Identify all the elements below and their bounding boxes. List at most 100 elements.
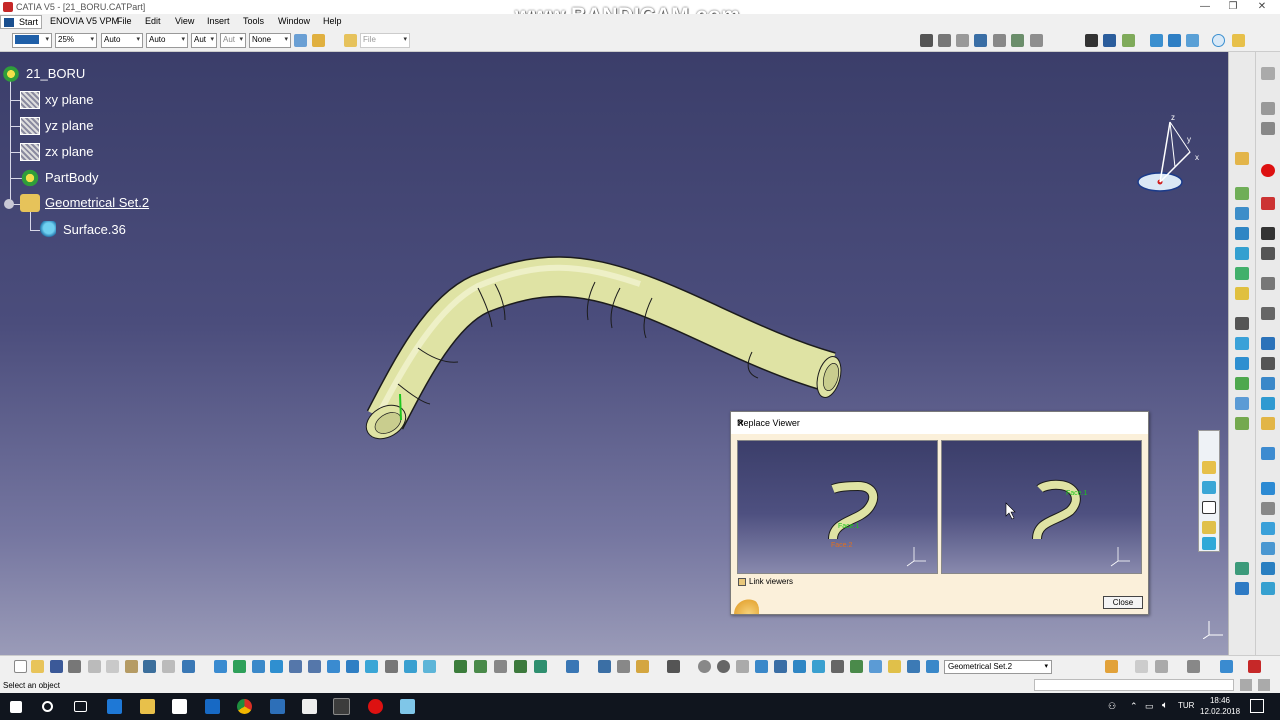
- tool-icon[interactable]: [850, 660, 863, 673]
- tool-icon[interactable]: [1261, 582, 1275, 595]
- menu-insert[interactable]: Insert: [207, 16, 230, 26]
- plane-icon[interactable]: [1122, 34, 1135, 47]
- cut-icon[interactable]: [88, 660, 101, 673]
- tool-icon[interactable]: [1261, 447, 1275, 460]
- tool-icon[interactable]: [869, 660, 882, 673]
- link-viewers-checkbox[interactable]: [738, 578, 746, 586]
- wireframe-icon[interactable]: [1235, 152, 1249, 165]
- tool-icon[interactable]: [566, 660, 579, 673]
- tool-icon[interactable]: [1202, 501, 1216, 514]
- search-icon[interactable]: [42, 701, 53, 712]
- macro-icon[interactable]: [956, 34, 969, 47]
- app-icon[interactable]: [400, 699, 415, 714]
- painter-brush-icon[interactable]: [312, 34, 325, 47]
- tool-icon[interactable]: [1187, 660, 1200, 673]
- swap-space-icon[interactable]: [423, 660, 436, 673]
- tool-icon[interactable]: [736, 660, 749, 673]
- iso-view-icon[interactable]: [365, 660, 378, 673]
- tool-icon[interactable]: [812, 660, 825, 673]
- right-viewer-pane[interactable]: Face.1: [941, 440, 1142, 574]
- paste-icon[interactable]: [125, 660, 138, 673]
- zoom-icon[interactable]: [1232, 34, 1245, 47]
- catia-taskbar-icon[interactable]: [333, 698, 350, 715]
- whats-this-icon[interactable]: [182, 660, 195, 673]
- table-icon[interactable]: [974, 34, 987, 47]
- split-icon[interactable]: [1235, 337, 1249, 350]
- copy-icon[interactable]: [106, 660, 119, 673]
- shading-icon[interactable]: [385, 660, 398, 673]
- gear-icon[interactable]: [1261, 247, 1275, 260]
- sphere-icon[interactable]: [1212, 34, 1225, 47]
- color-dropdown[interactable]: [12, 33, 52, 48]
- point-icon[interactable]: [1235, 187, 1249, 200]
- start-menu-button[interactable]: Start: [0, 15, 42, 29]
- layer-dropdown[interactable]: None: [249, 33, 291, 48]
- sweep-icon[interactable]: [1186, 34, 1199, 47]
- zoom-out-icon[interactable]: [308, 660, 321, 673]
- camera-icon[interactable]: [667, 660, 680, 673]
- extrude-icon[interactable]: [1235, 247, 1249, 260]
- command-input[interactable]: [1034, 679, 1234, 691]
- tool-icon[interactable]: [1261, 122, 1275, 135]
- chrome-icon[interactable]: [237, 699, 252, 714]
- file-explorer-icon[interactable]: [140, 699, 155, 714]
- tool-icon[interactable]: [494, 660, 507, 673]
- tool-icon[interactable]: [1202, 481, 1216, 494]
- tool-icon[interactable]: [1261, 307, 1275, 320]
- tool-icon[interactable]: [1261, 542, 1275, 555]
- bandicam-icon[interactable]: [368, 699, 383, 714]
- tool-icon[interactable]: [1261, 482, 1275, 495]
- save-icon[interactable]: [50, 660, 63, 673]
- print-icon[interactable]: [68, 660, 81, 673]
- undo-icon[interactable]: [143, 660, 156, 673]
- zoom-in-icon[interactable]: [289, 660, 302, 673]
- left-viewer-pane[interactable]: Face.1 Face.2: [737, 440, 938, 574]
- maximize-button[interactable]: ❐: [1223, 1, 1243, 12]
- tool-icon[interactable]: [534, 660, 547, 673]
- multi-view-icon[interactable]: [346, 660, 359, 673]
- menu-help[interactable]: Help: [323, 16, 342, 26]
- tool-icon[interactable]: [454, 660, 467, 673]
- tool-icon[interactable]: [1261, 417, 1275, 430]
- join-icon[interactable]: [1235, 317, 1249, 330]
- knowledge-icon[interactable]: [1011, 34, 1024, 47]
- tool-icon[interactable]: [636, 660, 649, 673]
- hide-show-icon[interactable]: [404, 660, 417, 673]
- edge-icon[interactable]: [107, 699, 122, 714]
- windows-start-icon[interactable]: [10, 701, 22, 713]
- volume-icon[interactable]: 🔈︎: [1162, 700, 1168, 711]
- task-view-icon[interactable]: [74, 701, 87, 712]
- analysis-icon[interactable]: [1235, 562, 1249, 575]
- menu-file[interactable]: File: [117, 16, 132, 26]
- tool-icon[interactable]: [1220, 660, 1233, 673]
- tray-arrow-icon[interactable]: ⌃: [1130, 701, 1138, 712]
- tool-icon[interactable]: [1261, 502, 1275, 515]
- window-close-button[interactable]: ✕: [1252, 1, 1272, 12]
- format-painter-icon[interactable]: [294, 34, 307, 47]
- fill-icon[interactable]: [1235, 287, 1249, 300]
- minimize-button[interactable]: —: [1195, 1, 1215, 12]
- catalog-icon[interactable]: [993, 34, 1006, 47]
- tool-icon[interactable]: [474, 660, 487, 673]
- current-geometrical-set-dropdown[interactable]: Geometrical Set.2: [944, 660, 1052, 674]
- tool-icon[interactable]: [617, 660, 630, 673]
- menu-enovia[interactable]: ENOVIA V5 VPM: [50, 16, 119, 26]
- revolve-icon[interactable]: [1168, 34, 1181, 47]
- notifications-icon[interactable]: [1250, 699, 1264, 713]
- translate-icon[interactable]: [1235, 397, 1249, 410]
- stop-icon[interactable]: [1261, 164, 1275, 177]
- clock[interactable]: 18:46 12.02.2018: [1200, 695, 1240, 717]
- menu-view[interactable]: View: [175, 16, 194, 26]
- tool-icon[interactable]: [1261, 562, 1275, 575]
- redo-icon[interactable]: [162, 660, 175, 673]
- tool-icon[interactable]: [1261, 522, 1275, 535]
- tool-icon[interactable]: [514, 660, 527, 673]
- formula-icon[interactable]: [920, 34, 933, 47]
- transparency-dropdown[interactable]: 25%: [55, 33, 97, 48]
- line-thickness-dropdown[interactable]: Auto: [101, 33, 143, 48]
- tool-icon[interactable]: [1202, 461, 1216, 474]
- dialog-close-x-button[interactable]: ✕: [737, 418, 745, 429]
- tool-icon[interactable]: [1261, 102, 1275, 115]
- rotate-icon[interactable]: [1235, 417, 1249, 430]
- tool-icon[interactable]: [1135, 660, 1148, 673]
